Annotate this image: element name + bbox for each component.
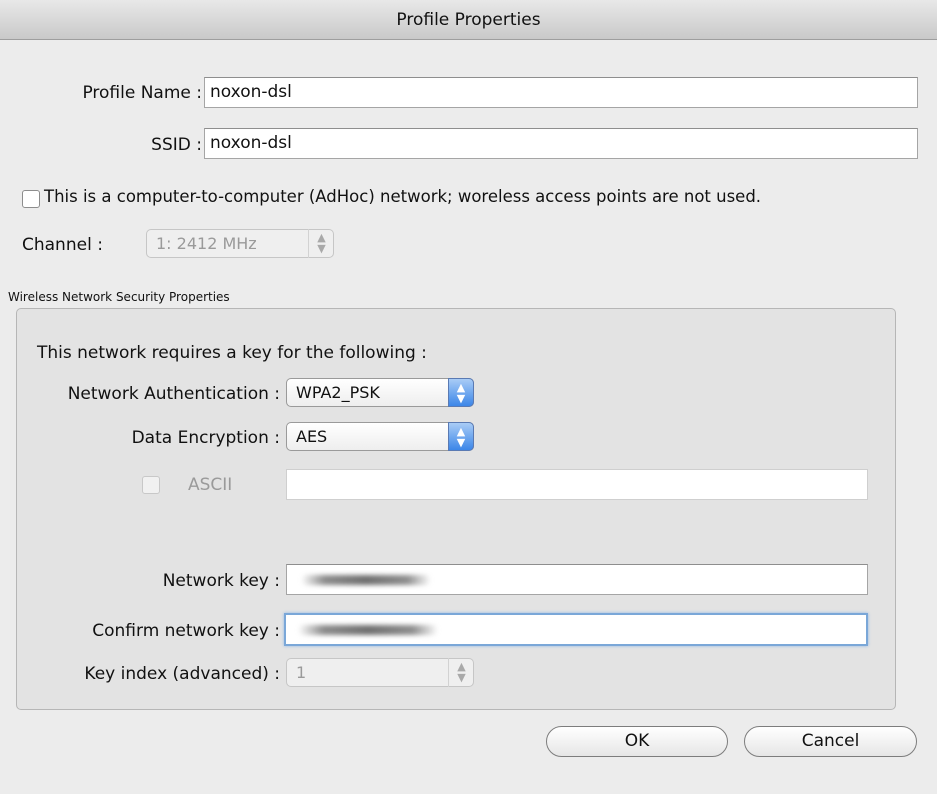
obscured-confirm-key-text bbox=[298, 625, 438, 635]
profile-name-input[interactable]: noxon-dsl bbox=[204, 77, 918, 108]
encryption-select-value: AES bbox=[296, 427, 328, 446]
up-down-arrows-icon: ▲ ▼ bbox=[448, 378, 474, 407]
profile-properties-window: Profile Properties Profile Name : noxon-… bbox=[0, 0, 937, 794]
up-down-arrows-icon: ▲ ▼ bbox=[308, 229, 334, 258]
encryption-label: Data Encryption : bbox=[131, 428, 280, 448]
confirm-key-input[interactable] bbox=[284, 613, 868, 646]
auth-select[interactable]: WPA2_PSK ▲ ▼ bbox=[286, 378, 474, 407]
adhoc-label: This is a computer-to-computer (AdHoc) n… bbox=[44, 187, 762, 206]
security-group-title: Wireless Network Security Properties bbox=[8, 290, 230, 304]
channel-select[interactable]: 1: 2412 MHz ▲ ▼ bbox=[146, 229, 334, 258]
key-index-select[interactable]: 1 ▲ ▼ bbox=[286, 658, 474, 687]
window-title: Profile Properties bbox=[0, 0, 937, 40]
cancel-button[interactable]: Cancel bbox=[744, 726, 917, 757]
requires-key-text: This network requires a key for the foll… bbox=[37, 343, 427, 363]
up-down-arrows-icon: ▲ ▼ bbox=[448, 422, 474, 451]
key-index-select-value: 1 bbox=[296, 663, 307, 682]
adhoc-checkbox[interactable] bbox=[22, 190, 40, 208]
channel-select-value: 1: 2412 MHz bbox=[156, 234, 257, 253]
key-index-label: Key index (advanced) : bbox=[84, 664, 280, 684]
channel-label: Channel : bbox=[22, 235, 103, 255]
auth-select-value: WPA2_PSK bbox=[296, 383, 380, 402]
security-group-box bbox=[16, 308, 896, 710]
ascii-checkbox[interactable] bbox=[142, 476, 160, 494]
confirm-key-label: Confirm network key : bbox=[92, 621, 280, 641]
auth-label: Network Authentication : bbox=[67, 384, 280, 404]
ascii-label: ASCII bbox=[188, 475, 233, 495]
network-key-input[interactable] bbox=[286, 564, 868, 595]
ssid-label: SSID : bbox=[151, 135, 202, 155]
encryption-select[interactable]: AES ▲ ▼ bbox=[286, 422, 474, 451]
profile-name-label: Profile Name : bbox=[82, 83, 202, 103]
ssid-input[interactable]: noxon-dsl bbox=[204, 128, 918, 159]
ascii-input[interactable] bbox=[286, 469, 868, 500]
network-key-label: Network key : bbox=[162, 571, 280, 591]
up-down-arrows-icon: ▲ ▼ bbox=[448, 658, 474, 687]
ok-button[interactable]: OK bbox=[546, 726, 728, 757]
obscured-key-text bbox=[301, 575, 431, 585]
